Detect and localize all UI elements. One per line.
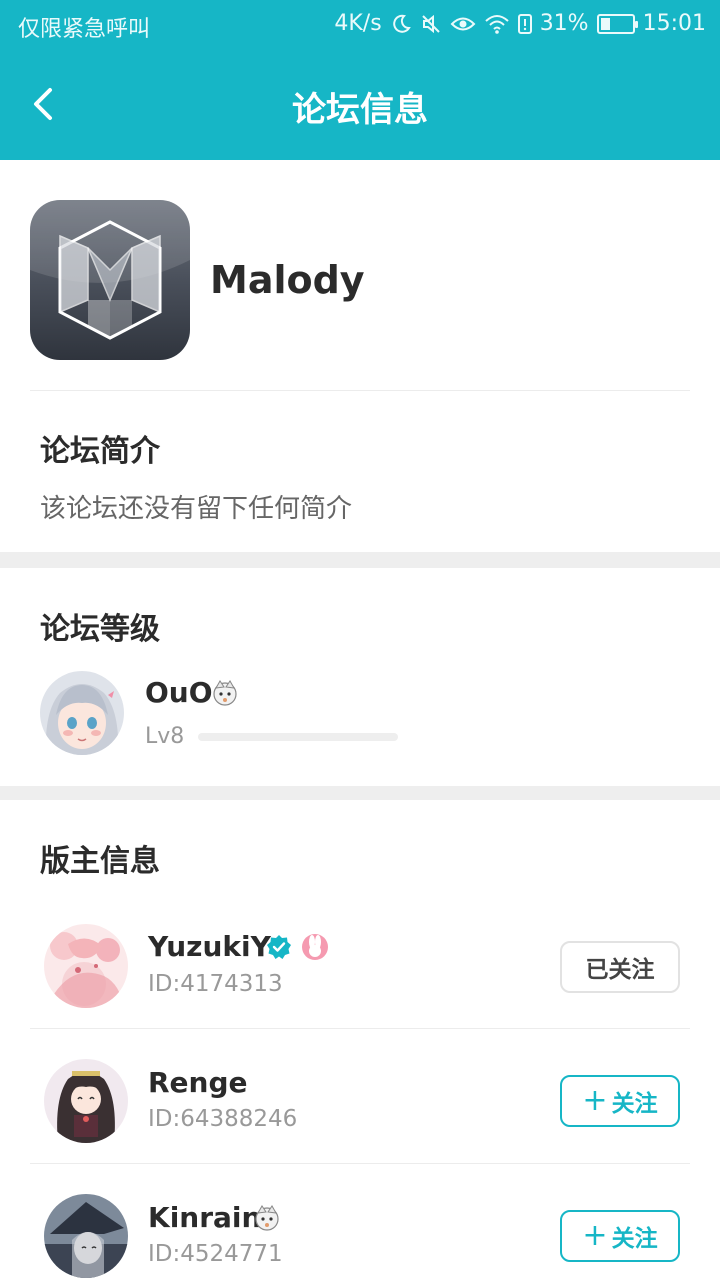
user-name: OuO bbox=[145, 676, 213, 709]
status-icons: 4K/s 31% 15:01 bbox=[334, 11, 706, 36]
moderator-avatar[interactable] bbox=[44, 924, 128, 1008]
moderators-title: 版主信息 bbox=[40, 844, 160, 879]
plus-icon: + bbox=[582, 1218, 608, 1253]
verified-icon bbox=[267, 935, 291, 959]
intro-text: 该论坛还没有留下任何简介 bbox=[40, 494, 353, 524]
user-level: Lv8 bbox=[145, 724, 185, 749]
app-header: 仅限紧急呼叫 4K/s 31% 15:01 论坛信息 bbox=[0, 0, 720, 160]
user-avatar[interactable] bbox=[40, 671, 124, 755]
status-bar: 仅限紧急呼叫 4K/s 31% 15:01 bbox=[0, 0, 720, 52]
plus-icon: + bbox=[582, 1083, 608, 1118]
mascot-badge-icon bbox=[255, 1205, 279, 1231]
level-title: 论坛等级 bbox=[40, 612, 160, 647]
mascot-badge-icon bbox=[213, 680, 237, 706]
page-title: 论坛信息 bbox=[292, 90, 428, 130]
forum-header: Malody bbox=[30, 200, 690, 360]
follow-label: 关注 bbox=[611, 1091, 658, 1117]
moderator-id: ID:4524771 bbox=[148, 1241, 283, 1267]
follow-label: 关注 bbox=[611, 1226, 658, 1252]
nav-bar: 论坛信息 bbox=[0, 52, 720, 160]
section-gap bbox=[0, 552, 720, 568]
moderator-avatar[interactable] bbox=[44, 1059, 128, 1143]
divider bbox=[30, 1163, 690, 1164]
wifi-icon bbox=[485, 14, 509, 34]
mute-icon bbox=[421, 14, 440, 33]
follow-button[interactable]: + 关注 bbox=[560, 1075, 680, 1127]
battery-percent: 31% bbox=[539, 11, 589, 36]
section-gap bbox=[0, 786, 720, 800]
network-speed: 4K/s bbox=[334, 11, 382, 36]
moderator-id: ID:4174313 bbox=[148, 971, 283, 997]
clock: 15:01 bbox=[642, 11, 706, 36]
moderator-name: Renge bbox=[148, 1066, 248, 1099]
carrier-text: 仅限紧急呼叫 bbox=[18, 17, 151, 42]
follow-button[interactable]: + 关注 bbox=[560, 1210, 680, 1262]
level-progress-bar bbox=[198, 733, 398, 741]
moderator-avatar[interactable] bbox=[44, 1194, 128, 1278]
divider bbox=[30, 1028, 690, 1029]
moon-icon bbox=[392, 14, 411, 33]
moderator-name: Kinrain bbox=[148, 1201, 262, 1234]
forum-logo bbox=[30, 200, 190, 360]
bunny-badge-icon bbox=[302, 934, 328, 960]
battery-icon bbox=[596, 13, 638, 34]
eye-icon bbox=[450, 17, 476, 30]
forum-name: Malody bbox=[210, 258, 365, 302]
intro-title: 论坛简介 bbox=[40, 434, 160, 469]
moderator-id: ID:64388246 bbox=[148, 1106, 298, 1132]
followed-button[interactable]: 已关注 bbox=[560, 941, 680, 993]
divider bbox=[30, 390, 690, 391]
battery-alert-icon bbox=[517, 13, 532, 34]
moderator-name: YuzukiY bbox=[148, 930, 271, 963]
followed-label: 已关注 bbox=[585, 957, 655, 983]
